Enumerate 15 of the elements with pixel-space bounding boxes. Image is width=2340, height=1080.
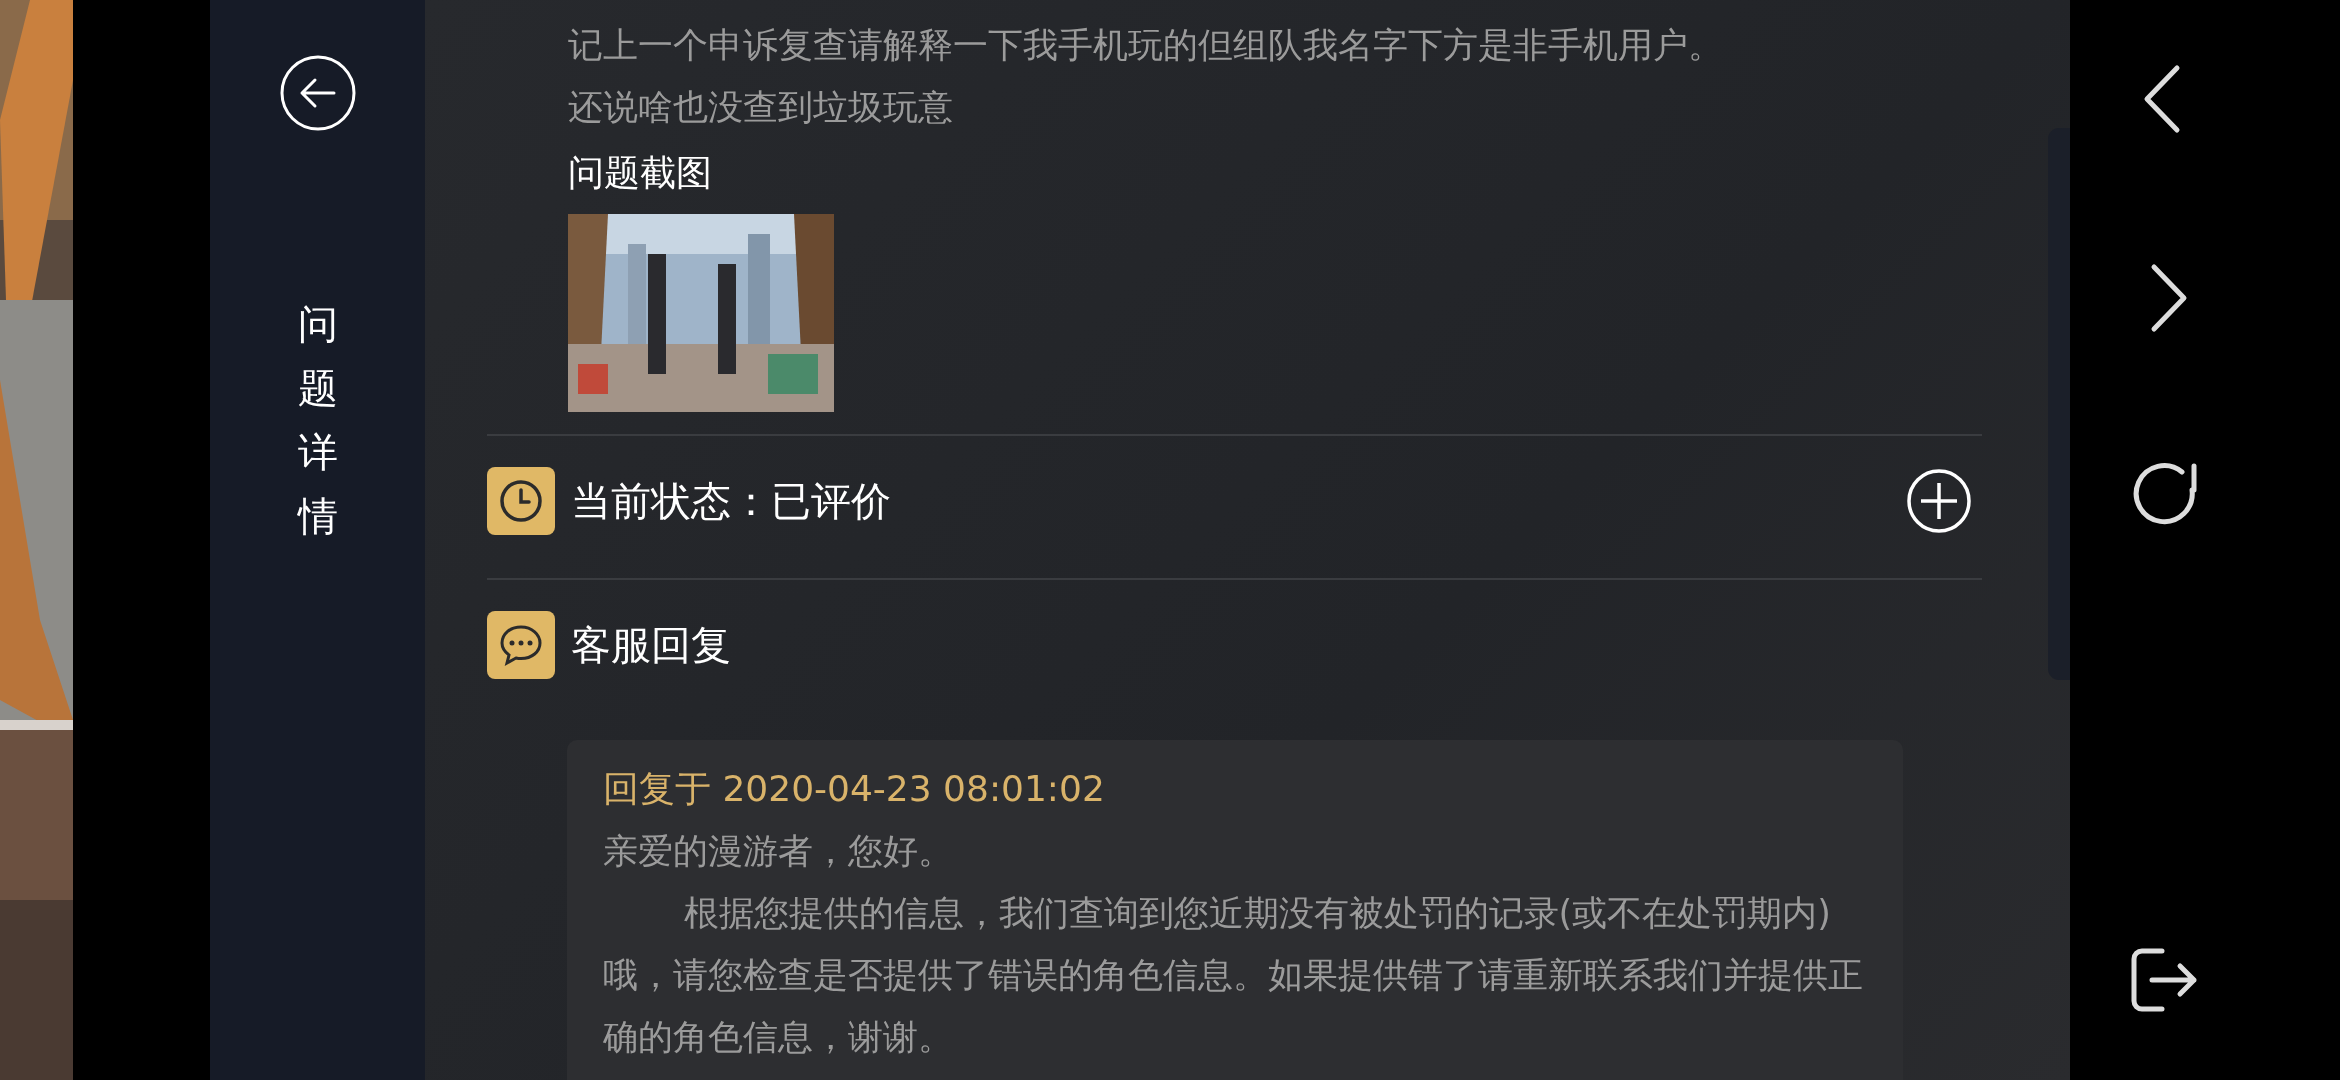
section-title: 客服回复 bbox=[571, 620, 731, 670]
scrollbar[interactable] bbox=[2048, 128, 2070, 680]
screenshot-label: 问题截图 bbox=[568, 151, 713, 195]
status-label: 当前状态：已评价 bbox=[571, 476, 891, 526]
expand-button[interactable] bbox=[1906, 468, 1972, 534]
page-title: 问题详情 bbox=[297, 300, 338, 541]
back-button[interactable] bbox=[278, 54, 357, 132]
question-text: 还说啥也没查到垃圾玩意 bbox=[568, 86, 954, 129]
reply-greeting: 亲爱的漫游者，您好。 bbox=[603, 830, 954, 873]
plus-icon bbox=[1906, 468, 1972, 534]
reply-time: 回复于 2020-04-23 08:01:02 bbox=[603, 767, 1106, 811]
clock-icon bbox=[487, 467, 555, 535]
question-text: 记上一个申诉复查请解释一下我手机玩的但组队我名字下方是非手机用户。 bbox=[568, 24, 1724, 67]
reply-text: 根据您提供的信息，我们查询到您近期没有被处罚的记录(或不在处罚期内)哦，请您检查是否提供了错误的角色信息。如果提供错了请重新联系我们并提供正确的角色信息，谢谢。 bbox=[603, 892, 1864, 1059]
chat-bubble-icon bbox=[487, 611, 555, 679]
